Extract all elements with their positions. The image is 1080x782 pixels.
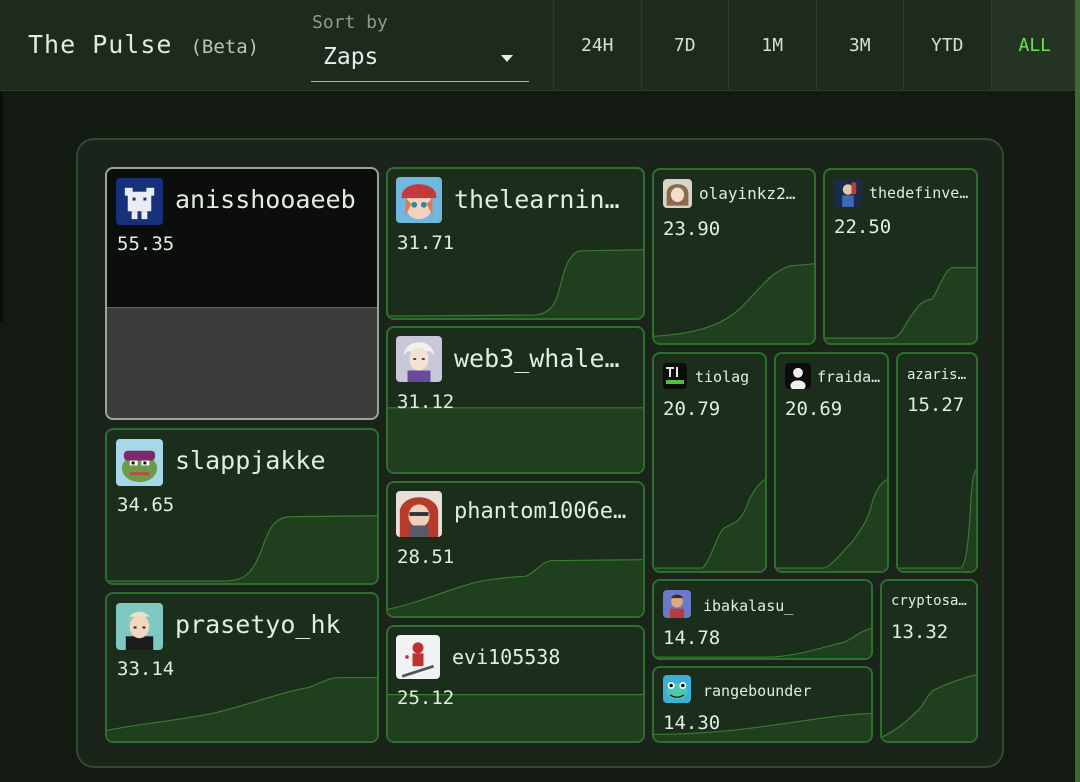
user-tile[interactable]: azaris… 15.27 bbox=[896, 352, 978, 573]
user-tile[interactable]: anisshooaeeb 55.35 bbox=[105, 167, 379, 420]
tab-1m[interactable]: 1M bbox=[728, 0, 816, 90]
user-zap-value: 13.32 bbox=[891, 621, 949, 643]
user-name: phantom1006e… bbox=[454, 499, 627, 524]
scrollbar[interactable] bbox=[1075, 0, 1080, 782]
app-title-text: The Pulse bbox=[28, 30, 173, 59]
tab-7d[interactable]: 7D bbox=[640, 0, 729, 90]
sort-value: Zaps bbox=[323, 44, 379, 70]
user-name: azaris… bbox=[907, 367, 967, 383]
sort-dropdown[interactable]: Zaps bbox=[311, 36, 529, 82]
user-zap-value: 22.50 bbox=[834, 216, 892, 238]
user-name: thedefinve… bbox=[869, 184, 969, 202]
user-name: ibakalasu_ bbox=[703, 597, 794, 615]
user-tile[interactable]: slappjakke 34.65 bbox=[105, 428, 379, 585]
character-avatar-icon bbox=[834, 179, 862, 207]
pixel-bear-avatar-icon bbox=[116, 178, 163, 225]
left-divider bbox=[0, 92, 3, 322]
user-tile[interactable]: prasetyo_hk 33.14 bbox=[105, 592, 379, 743]
time-range-tabs: 24H 7D 1M 3M YTD ALL bbox=[553, 0, 1080, 90]
user-zap-value: 20.69 bbox=[785, 398, 843, 420]
anime-girl-avatar-icon bbox=[663, 179, 692, 208]
user-tile[interactable]: phantom1006e… 28.51 bbox=[386, 481, 645, 618]
sort-label: Sort by bbox=[312, 12, 388, 33]
top-bar: The Pulse (Beta) Sort by Zaps 24H 7D 1M 3… bbox=[0, 0, 1080, 91]
man-avatar-icon bbox=[663, 590, 691, 618]
user-name: evi105538 bbox=[452, 645, 561, 669]
user-zap-value: 31.12 bbox=[397, 391, 455, 413]
user-name: thelearnin… bbox=[454, 185, 620, 214]
tab-24h[interactable]: 24H bbox=[553, 0, 641, 90]
user-name: slappjakke bbox=[175, 446, 326, 475]
user-tile[interactable]: fraida… 20.69 bbox=[774, 352, 889, 573]
user-name: web3_whale… bbox=[454, 344, 620, 373]
user-tile[interactable]: web3_whale… 31.12 bbox=[386, 326, 645, 474]
user-tile[interactable]: evi105538 25.12 bbox=[386, 625, 645, 743]
user-name: prasetyo_hk bbox=[175, 610, 341, 639]
tab-all[interactable]: ALL bbox=[990, 0, 1078, 90]
user-zap-value: 28.51 bbox=[397, 546, 455, 568]
beta-tag: (Beta) bbox=[190, 36, 260, 58]
red-hood-avatar-icon bbox=[396, 491, 442, 537]
treemap-panel: anisshooaeeb 55.35 slappjakke 34.65 pras… bbox=[76, 138, 1004, 768]
app-title: The Pulse (Beta) bbox=[28, 30, 259, 59]
user-name: anisshooaeeb bbox=[175, 185, 356, 214]
user-tile[interactable]: tiolag 20.79 bbox=[652, 352, 767, 573]
tio-lag-logo-avatar-icon bbox=[663, 363, 687, 389]
user-zap-value: 55.35 bbox=[117, 233, 175, 255]
white-hair-avatar-icon bbox=[396, 336, 442, 382]
frog-mascot-avatar-icon bbox=[663, 675, 691, 703]
sparkline bbox=[898, 469, 976, 571]
user-zap-value: 14.78 bbox=[663, 627, 721, 649]
user-zap-value: 31.71 bbox=[397, 232, 455, 254]
silhouette-avatar-icon bbox=[785, 363, 811, 389]
user-tile[interactable]: thedefinve… 22.50 bbox=[823, 168, 978, 345]
user-name: rangebounder bbox=[703, 682, 812, 700]
tab-3m[interactable]: 3M bbox=[815, 0, 904, 90]
user-zap-value: 14.30 bbox=[663, 712, 721, 734]
caret-down-icon bbox=[501, 55, 513, 62]
pepe-frog-avatar-icon bbox=[116, 439, 163, 486]
user-zap-value: 33.14 bbox=[117, 658, 175, 680]
user-name: tiolag bbox=[695, 368, 750, 386]
skier-avatar-icon bbox=[396, 635, 440, 679]
user-zap-value: 25.12 bbox=[397, 687, 455, 709]
user-tile[interactable]: ibakalasu_ 14.78 bbox=[652, 579, 873, 660]
user-zap-value: 23.90 bbox=[663, 218, 721, 240]
user-tile[interactable]: thelearnin… 31.71 bbox=[386, 167, 645, 320]
user-tile[interactable]: cryptosa… 13.32 bbox=[880, 579, 978, 743]
user-name: fraida… bbox=[817, 368, 881, 386]
user-zap-value: 15.27 bbox=[907, 394, 965, 416]
user-zap-value: 20.79 bbox=[663, 398, 721, 420]
user-name: cryptosa… bbox=[891, 593, 967, 609]
user-tile[interactable]: olayinkz2… 23.90 bbox=[652, 168, 816, 345]
anime-girl-red-hat-avatar-icon bbox=[396, 177, 442, 223]
tab-ytd[interactable]: YTD bbox=[903, 0, 991, 90]
anime-boy-avatar-icon bbox=[116, 603, 163, 650]
user-tile[interactable]: rangebounder 14.30 bbox=[652, 666, 873, 743]
user-zap-value: 34.65 bbox=[117, 494, 175, 516]
user-name: olayinkz2… bbox=[699, 184, 796, 203]
